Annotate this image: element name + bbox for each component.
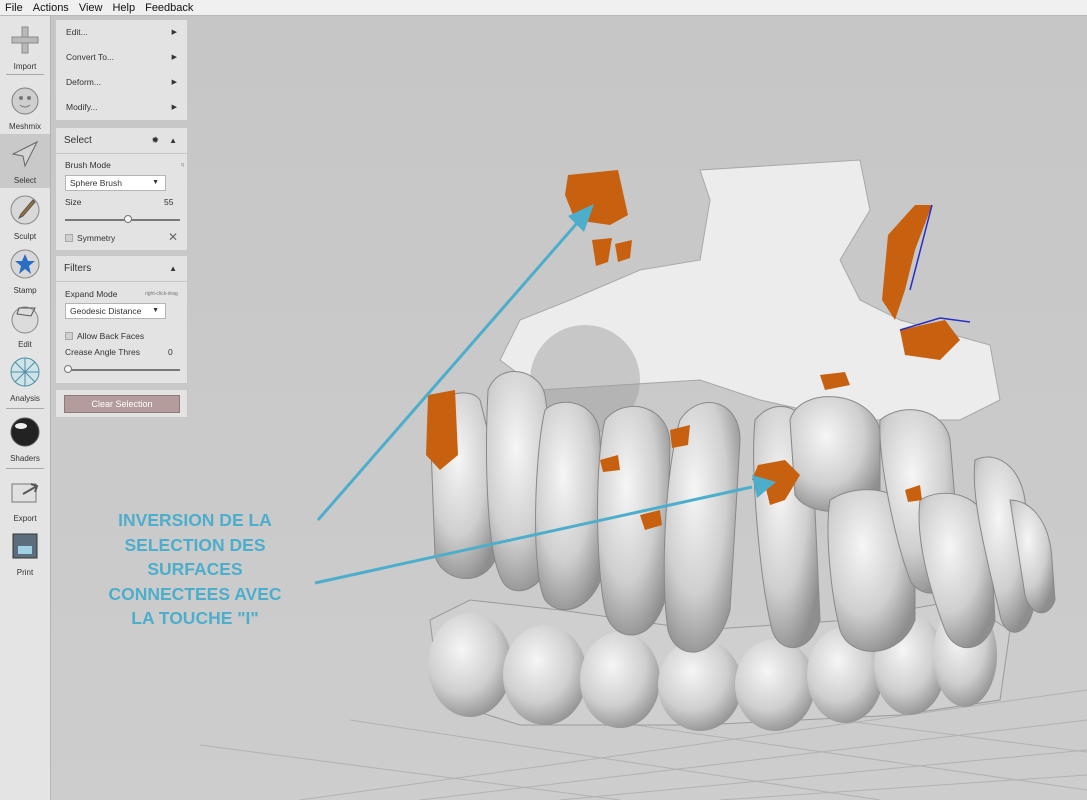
tool-label: Sculpt [13, 232, 37, 241]
menu-item-label: Modify... [66, 102, 98, 112]
filters-panel: Filters ▲ Expand Mode right-click-drag G… [55, 255, 188, 384]
tool-stamp[interactable]: Stamp [0, 244, 50, 298]
tool-label: Export [13, 514, 37, 523]
chevron-right-icon: ▶ [171, 29, 177, 36]
menu-view[interactable]: View [74, 2, 108, 14]
plus-icon [11, 26, 39, 54]
expand-mode-hint: right-click-drag [145, 291, 178, 297]
chevron-right-icon: ▶ [171, 54, 177, 61]
select-panel-header[interactable]: Select ✹ ▲ [56, 128, 187, 154]
shader-ball-icon [10, 417, 40, 447]
menu-item-convert-to[interactable]: Convert To... ▶ [56, 45, 187, 70]
3d-viewport[interactable] [51, 16, 1087, 800]
tool-print[interactable]: Print [0, 526, 50, 580]
dropdown-arrow-icon: ▼ [152, 179, 159, 186]
tool-label: Print [16, 568, 34, 577]
select-panel: Select ✹ ▲ Brush Mode q Sphere Brush ▼ S… [55, 127, 188, 251]
collapse-icon[interactable]: ▲ [169, 256, 177, 281]
menu-file[interactable]: File [0, 2, 28, 14]
tool-divider [6, 74, 44, 75]
clear-selection-button[interactable]: Clear Selection [64, 395, 180, 413]
dropdown-value: Sphere Brush [70, 178, 122, 188]
menu-item-label: Deform... [66, 77, 101, 87]
menu-bar: File Actions View Help Feedback [0, 0, 1087, 16]
annotation-line: INVERSION DE LA [118, 510, 272, 530]
size-label: Size [65, 197, 82, 207]
export-icon [11, 483, 39, 503]
brush-mode-dropdown[interactable]: Sphere Brush ▼ [65, 175, 166, 191]
menu-actions[interactable]: Actions [28, 2, 74, 14]
collapse-icon[interactable]: ▲ [169, 128, 177, 153]
menu-item-deform[interactable]: Deform... ▶ [56, 70, 187, 95]
tool-analysis[interactable]: Analysis [0, 352, 50, 406]
mesh-sphere-icon [10, 357, 40, 387]
tool-divider [6, 468, 44, 469]
tool-divider [6, 408, 44, 409]
panel-title: Filters [64, 263, 92, 274]
tool-label: Shaders [10, 454, 40, 463]
tool-shaders[interactable]: Shaders [0, 412, 50, 466]
chevron-right-icon: ▶ [171, 104, 177, 111]
printer-icon [12, 533, 38, 559]
sphere-edit-icon [11, 306, 39, 334]
menu-item-label: Edit... [66, 27, 88, 37]
menu-help[interactable]: Help [107, 2, 140, 14]
menu-item-edit[interactable]: Edit... ▶ [56, 20, 187, 45]
filters-panel-header[interactable]: Filters ▲ [56, 256, 187, 282]
tool-label: Select [13, 176, 37, 185]
tool-label: Import [13, 62, 37, 71]
symmetry-label: Symmetry [77, 233, 116, 243]
gear-icon[interactable]: ✹ [151, 128, 159, 153]
tool-label: Edit [18, 340, 32, 349]
tool-label: Analysis [10, 394, 40, 403]
tool-sculpt[interactable]: Sculpt [0, 190, 50, 244]
allow-back-faces-checkbox[interactable] [65, 332, 73, 340]
tool-meshmix[interactable]: Meshmix [0, 80, 50, 134]
tool-export[interactable]: Export [0, 472, 50, 526]
brush-mode-label: Brush Mode [65, 160, 111, 170]
expand-mode-dropdown[interactable]: Geodesic Distance ▼ [65, 303, 166, 319]
expand-mode-label: Expand Mode [65, 289, 118, 299]
brush-mode-hint: q [181, 162, 184, 168]
bunny-head-icon [11, 87, 39, 115]
annotation-text: INVERSION DE LA SELECTION DES SURFACES C… [70, 508, 320, 631]
allow-back-faces-label: Allow Back Faces [77, 331, 145, 341]
arrow-cursor-icon [11, 140, 39, 168]
edit-menu-panel: Edit... ▶ Convert To... ▶ Deform... ▶ Mo… [55, 19, 188, 121]
tool-import[interactable]: Import [0, 20, 50, 74]
crease-angle-value: 0 [168, 347, 173, 357]
menu-item-modify[interactable]: Modify... ▶ [56, 95, 187, 120]
crease-angle-slider[interactable] [64, 365, 180, 373]
menu-feedback[interactable]: Feedback [140, 2, 198, 14]
annotation-line: LA TOUCHE "I" [131, 608, 259, 628]
panel-title: Select [64, 135, 92, 146]
dropdown-value: Geodesic Distance [70, 306, 142, 316]
chevron-right-icon: ▶ [171, 79, 177, 86]
annotation-line: CONNECTEES AVEC [108, 583, 282, 604]
symmetry-tool-icon[interactable]: ✕ [168, 230, 178, 244]
clear-selection-panel: Clear Selection [55, 389, 188, 418]
tool-select[interactable]: Select [0, 134, 50, 188]
annotation-line: SELECTION DES [124, 534, 266, 555]
brush-icon [10, 195, 40, 225]
tool-label: Stamp [13, 286, 37, 295]
dropdown-arrow-icon: ▼ [152, 307, 159, 314]
size-slider[interactable] [65, 215, 180, 223]
size-slider-handle[interactable] [124, 215, 133, 223]
tool-edit[interactable]: Edit [0, 298, 50, 352]
crease-angle-label: Crease Angle Thres [65, 347, 140, 357]
menu-item-label: Convert To... [66, 52, 115, 62]
crease-slider-handle[interactable] [64, 365, 72, 373]
stamp-icon [10, 249, 40, 279]
tool-rail: Import Meshmix Select Sculpt Stamp Edit … [0, 16, 51, 800]
tool-label: Meshmix [8, 122, 41, 131]
symmetry-checkbox[interactable] [65, 234, 73, 242]
annotation-line: SURFACES [147, 559, 243, 579]
size-value: 55 [164, 197, 174, 207]
